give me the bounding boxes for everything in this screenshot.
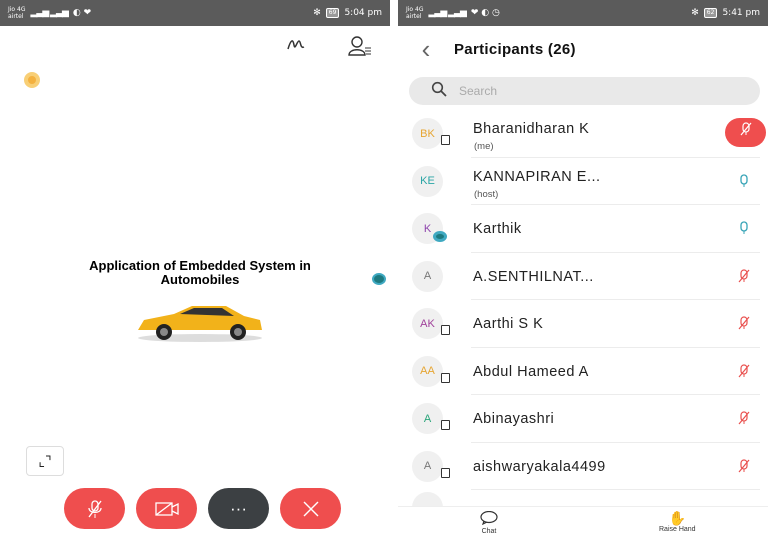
carrier-label: Jio 4G airtel <box>406 6 423 20</box>
carrier-sub: airtel <box>406 13 422 20</box>
search-placeholder: Search <box>459 84 498 98</box>
page-title: Participants (26) <box>454 40 576 58</box>
participants-header: ‹ Participants (26) <box>398 26 768 72</box>
phone-device-icon <box>441 325 450 335</box>
annotate-icon[interactable] <box>286 36 308 62</box>
avatar: AK <box>412 308 443 339</box>
video-off-button[interactable] <box>136 488 197 529</box>
participant-name: Bharanidharan K <box>473 121 590 137</box>
mic-off-button[interactable] <box>64 488 125 529</box>
status-bar: Jio 4G airtel ▂▃▅ ▂▃▅ ◐ ❤ ✻ 69 5:04 pm <box>0 0 390 26</box>
participant-row[interactable]: A Abinayashri <box>398 395 768 443</box>
phone-device-icon <box>441 420 450 430</box>
mic-off-icon <box>87 499 102 518</box>
participant-row[interactable]: AK Aarthi S K <box>398 300 768 348</box>
participant-role: (host) <box>474 188 499 200</box>
raise-hand-button[interactable]: ✋ Raise Hand <box>659 510 696 534</box>
end-call-button[interactable] <box>280 488 341 529</box>
chat-label: Chat <box>481 528 497 535</box>
avatar: KE <box>412 165 443 197</box>
bluetooth-icon: ✻ <box>691 8 699 18</box>
avatar: A <box>412 450 443 482</box>
avatar: BK <box>412 118 443 149</box>
participant-name: Abdul Hameed A <box>473 363 589 380</box>
carrier-sub: airtel <box>8 13 24 20</box>
active-speaker-indicator <box>24 72 40 88</box>
chat-button[interactable]: Chat <box>480 510 498 535</box>
expand-icon[interactable]: ⌞⌝ <box>26 446 64 476</box>
participant-row[interactable]: KE KANNAPIRAN E... (host) <box>398 158 768 205</box>
carrier-name: Jio 4G <box>406 6 424 13</box>
meeting-panel: Jio 4G airtel ▂▃▅ ▂▃▅ ◐ ❤ ✻ 69 5:04 pm A… <box>0 0 390 536</box>
status-time: 5:41 pm <box>722 8 760 18</box>
bottom-bar: Chat ✋ Raise Hand <box>398 506 768 536</box>
participant-list: BK Bharanidharan K (me) KE KANNAPIRAN E... (h… <box>398 110 768 490</box>
carrier-label: Jio 4G airtel <box>8 6 25 20</box>
video-off-icon <box>154 501 179 516</box>
carrier-name: Jio 4G <box>8 6 26 13</box>
mic-off-icon <box>736 268 752 287</box>
mic-on-icon <box>736 173 752 192</box>
shared-slide-title: Application of Embedded System in Automo… <box>89 258 311 287</box>
battery-icon: 69 <box>325 8 340 18</box>
participant-name: aishwaryakala4499 <box>473 458 606 475</box>
signal-icon: ▂▃▅ ▂▃▅ <box>30 8 68 18</box>
mic-off-icon <box>736 458 752 477</box>
more-icon: ··· <box>230 498 247 518</box>
participant-row[interactable]: K Karthik <box>398 205 768 253</box>
call-controls: ··· <box>64 488 341 529</box>
avatar: AA <box>412 355 443 387</box>
participant-name: Abinayashri <box>473 411 555 427</box>
signal-icon: ▂▃▅ ▂▃▅ <box>428 8 466 18</box>
mic-on-icon <box>736 221 752 239</box>
camera-indicator-icon <box>372 272 386 290</box>
status-app-icons: ❤ ◐ ◷ <box>470 8 500 18</box>
participant-role: (me) <box>474 141 494 152</box>
status-bar: Jio 4G airtel ▂▃▅ ▂▃▅ ❤ ◐ ◷ ✻ 62 5:41 pm <box>398 0 768 26</box>
mic-off-icon <box>736 411 752 429</box>
camera-device-icon <box>433 231 447 242</box>
participants-icon[interactable] <box>348 36 372 62</box>
mic-off-icon[interactable] <box>725 118 766 147</box>
avatar: A <box>412 403 443 434</box>
raise-hand-label: Raise Hand <box>659 526 696 533</box>
participant-row[interactable]: A A.SENTHILNAT... <box>398 253 768 300</box>
participant-row[interactable]: BK Bharanidharan K (me) <box>398 110 768 158</box>
chat-icon <box>480 510 498 528</box>
participant-name: Karthik <box>473 221 522 237</box>
participant-row[interactable]: Aaishwaryakala4499 <box>398 443 768 490</box>
participant-name: A.SENTHILNAT... <box>473 268 594 285</box>
participant-name: KANNAPIRAN E... <box>473 168 601 185</box>
search-input[interactable]: Search <box>409 77 760 105</box>
participants-panel: Jio 4G airtel ▂▃▅ ▂▃▅ ❤ ◐ ◷ ✻ 62 5:41 pm… <box>398 0 768 536</box>
back-icon[interactable]: ‹ <box>398 34 454 65</box>
participant-name: Aarthi S K <box>473 316 544 332</box>
end-call-icon <box>303 501 318 516</box>
phone-device-icon <box>441 135 450 145</box>
more-button[interactable]: ··· <box>208 488 269 529</box>
car-image <box>134 300 266 349</box>
participant-row[interactable]: AA Abdul Hameed A <box>398 348 768 395</box>
mic-off-icon <box>736 363 752 382</box>
status-time: 5:04 pm <box>344 8 382 18</box>
search-icon <box>431 81 447 101</box>
row-divider <box>471 489 760 490</box>
mic-off-icon <box>736 316 752 334</box>
raise-hand-icon: ✋ <box>668 510 686 526</box>
battery-icon: 62 <box>703 8 718 18</box>
bluetooth-icon: ✻ <box>313 8 321 18</box>
status-app-icons: ◐ ❤ <box>72 8 92 18</box>
avatar: A <box>412 260 443 292</box>
phone-device-icon <box>441 467 450 478</box>
phone-device-icon <box>441 372 450 383</box>
